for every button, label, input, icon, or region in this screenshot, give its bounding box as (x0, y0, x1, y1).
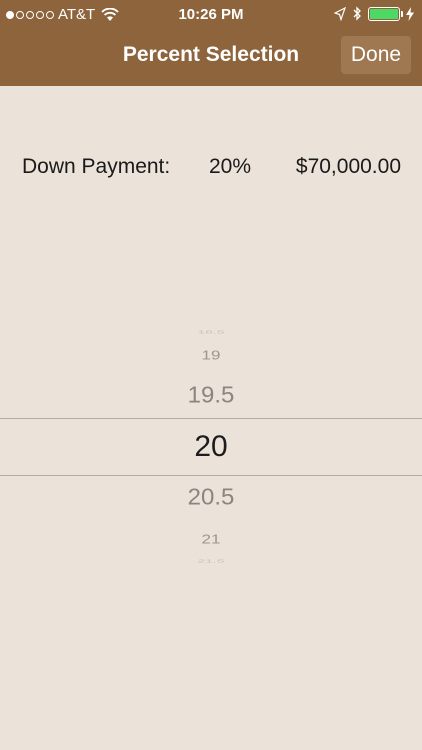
picker-item[interactable]: 19.5 (0, 384, 422, 408)
status-bar: AT&T 10:26 PM (0, 0, 422, 30)
picker-item[interactable]: 21 (0, 533, 422, 546)
picker-item[interactable]: 21.5 (0, 559, 422, 564)
location-arrow-icon (334, 6, 346, 21)
charging-bolt-icon (406, 6, 414, 21)
battery-fill (370, 8, 398, 19)
status-right (334, 6, 414, 21)
picker-item[interactable]: 20.5 (0, 486, 422, 510)
down-payment-amount: $70,000.00 (295, 155, 401, 178)
header: AT&T 10:26 PM Percent Selection Done (0, 0, 422, 86)
bluetooth-icon (353, 6, 361, 21)
picker-item[interactable]: 18.5 (0, 330, 422, 335)
percent-picker[interactable]: 18.5 19 19.5 20 20.5 21 21.5 (0, 320, 422, 570)
down-payment-summary: Down Payment: 20% $70,000.00 (0, 155, 422, 183)
down-payment-percent: 20% (209, 155, 252, 178)
down-payment-label: Down Payment: (22, 155, 171, 178)
picker-item-selected[interactable]: 20 (0, 432, 422, 462)
picker-selection-bottom-line (0, 475, 422, 476)
done-button[interactable]: Done (341, 36, 411, 74)
battery-tip (401, 10, 403, 17)
picker-selection-top-line (0, 418, 422, 419)
battery-icon (368, 6, 403, 21)
picker-item[interactable]: 19 (0, 349, 422, 362)
